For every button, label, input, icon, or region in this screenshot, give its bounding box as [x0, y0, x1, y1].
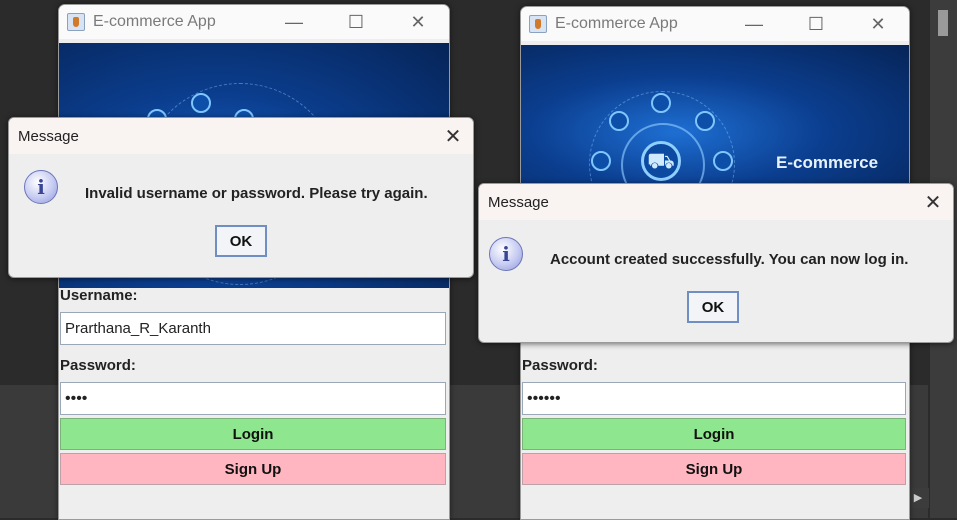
title-bar: E-commerce App — ☐ ✕ — [521, 7, 909, 41]
info-icon: i — [489, 237, 523, 271]
password-input[interactable]: •••• — [60, 382, 446, 415]
dialog-message: Invalid username or password. Please try… — [85, 185, 428, 202]
dialog-title-bar: Message ✕ — [479, 184, 953, 220]
password-label: Password: — [522, 357, 598, 374]
truck-icon — [713, 151, 733, 171]
shopping-cart-icon: ⛟ — [641, 141, 681, 181]
scrollbar-thumb[interactable] — [938, 10, 948, 36]
username-label: Username: — [60, 287, 138, 304]
dialog-close-button[interactable]: ✕ — [913, 190, 953, 215]
scroll-right-arrow[interactable]: ▶ — [907, 488, 929, 508]
ok-button[interactable]: OK — [687, 291, 739, 323]
banner-text: E-commerce — [776, 153, 879, 172]
java-app-icon — [67, 13, 85, 31]
maximize-button[interactable]: ☐ — [325, 12, 387, 33]
password-label: Password: — [60, 357, 136, 374]
globe-icon — [191, 93, 211, 113]
dialog-title: Message — [18, 127, 79, 145]
title-bar: E-commerce App — ☐ ✕ — [59, 5, 449, 39]
signup-button[interactable]: Sign Up — [522, 453, 906, 485]
window-title: E-commerce App — [93, 13, 216, 30]
people-icon — [591, 151, 611, 171]
login-button[interactable]: Login — [60, 418, 446, 450]
ecommerce-banner-image: ⛟ E-commerce — [521, 45, 909, 190]
minimize-button[interactable]: — — [263, 12, 325, 33]
window-title: E-commerce App — [555, 15, 678, 32]
minimize-button[interactable]: — — [723, 14, 785, 35]
close-button[interactable]: ✕ — [847, 14, 909, 35]
dialog-message: Account created successfully. You can no… — [550, 251, 909, 268]
password-input[interactable]: •••••• — [522, 382, 906, 415]
document-icon — [609, 111, 629, 131]
dialog-title: Message — [488, 193, 549, 211]
login-button[interactable]: Login — [522, 418, 906, 450]
dialog-close-button[interactable]: ✕ — [433, 124, 473, 149]
globe-icon — [651, 93, 671, 113]
error-message-dialog: Message ✕ i Invalid username or password… — [8, 117, 474, 278]
ok-button[interactable]: OK — [215, 225, 267, 257]
maximize-button[interactable]: ☐ — [785, 14, 847, 35]
info-icon: i — [24, 170, 58, 204]
shield-icon — [695, 111, 715, 131]
username-input[interactable]: Prarthana_R_Karanth — [60, 312, 446, 345]
dialog-title-bar: Message ✕ — [9, 118, 473, 154]
success-message-dialog: Message ✕ i Account created successfully… — [478, 183, 954, 343]
signup-button[interactable]: Sign Up — [60, 453, 446, 485]
separator-panel — [0, 385, 60, 518]
close-button[interactable]: ✕ — [387, 12, 449, 33]
java-app-icon — [529, 15, 547, 33]
